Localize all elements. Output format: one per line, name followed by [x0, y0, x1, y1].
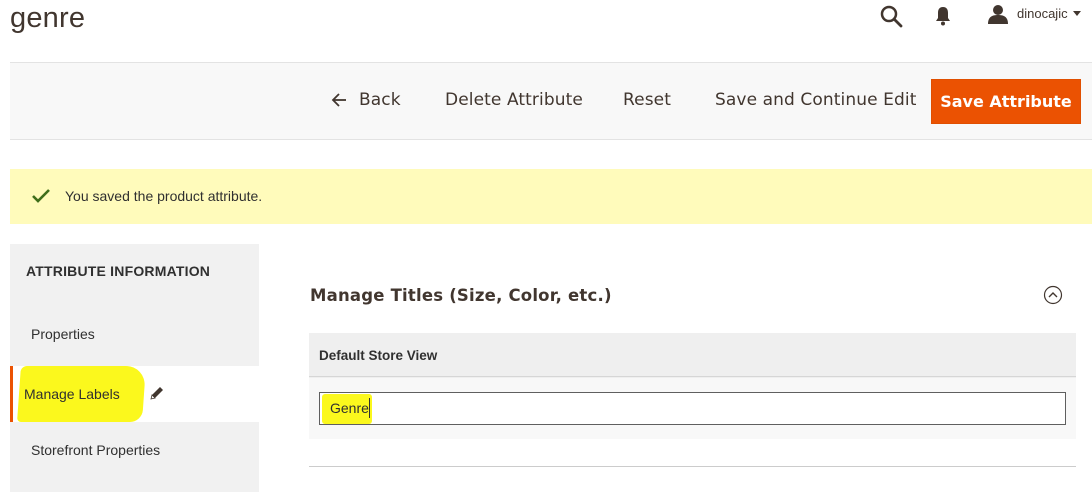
- page-title: genre: [10, 2, 86, 34]
- section-divider: [309, 466, 1076, 467]
- bell-icon[interactable]: [934, 6, 952, 26]
- store-view-row: Genre: [309, 378, 1076, 439]
- user-menu-name[interactable]: dinocajic: [1017, 6, 1068, 21]
- sidebar-item-label: Manage Labels: [24, 386, 120, 402]
- sidebar-item-label: Storefront Properties: [31, 442, 161, 458]
- sidebar-item-properties[interactable]: Properties: [10, 306, 259, 366]
- sidebar-heading-text: ATTRIBUTE INFORMATION: [26, 263, 211, 279]
- back-button[interactable]: Back: [359, 90, 401, 110]
- pencil-icon: [150, 387, 163, 400]
- section-title: Manage Titles (Size, Color, etc.): [310, 286, 612, 305]
- store-view-header: Default Store View: [309, 333, 1076, 377]
- store-view-titles-table: Default Store View Genre: [309, 333, 1076, 439]
- reset-button[interactable]: Reset: [623, 90, 671, 110]
- page-actions-toolbar: Back Delete Attribute Reset Save and Con…: [10, 62, 1092, 140]
- success-message-text: You saved the product attribute.: [65, 188, 263, 204]
- save-and-continue-button[interactable]: Save and Continue Edit: [715, 90, 917, 110]
- default-store-view-title-input[interactable]: [319, 392, 1066, 425]
- sidebar-heading: ATTRIBUTE INFORMATION: [10, 244, 259, 306]
- sidebar-item-manage-labels[interactable]: Manage Labels: [10, 366, 259, 424]
- delete-attribute-button[interactable]: Delete Attribute: [445, 90, 583, 110]
- sidebar-item-storefront-properties[interactable]: Storefront Properties: [10, 422, 259, 492]
- save-attribute-button[interactable]: Save Attribute: [931, 79, 1081, 124]
- sidebar-item-label: Properties: [31, 326, 95, 342]
- check-icon: [32, 189, 50, 203]
- store-view-heading: Default Store View: [319, 348, 438, 363]
- attribute-tabs-sidebar: ATTRIBUTE INFORMATION Properties Manage …: [10, 244, 259, 494]
- collapse-icon[interactable]: [1043, 285, 1063, 305]
- success-message: You saved the product attribute.: [10, 169, 1092, 224]
- chevron-down-icon[interactable]: [1073, 11, 1081, 16]
- search-icon[interactable]: [879, 4, 903, 28]
- arrow-left-icon[interactable]: [331, 93, 347, 107]
- text-cursor: [369, 398, 370, 418]
- user-icon[interactable]: [988, 4, 1008, 24]
